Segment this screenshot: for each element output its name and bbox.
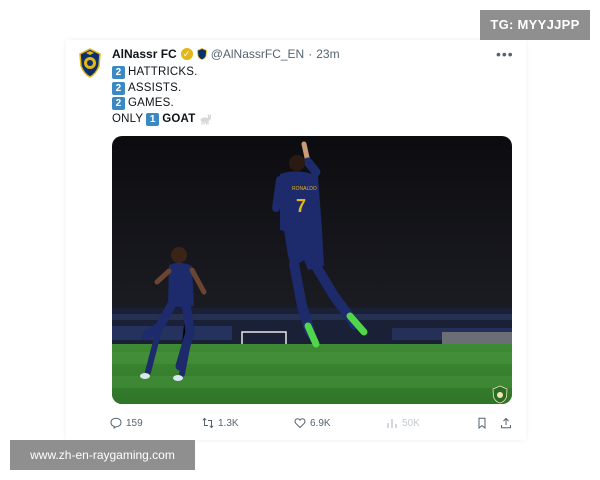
tweet-line: ONLY 1 GOAT <box>112 112 212 128</box>
bookmark-button[interactable] <box>476 414 488 432</box>
keycap-two-icon: 2 <box>112 97 125 111</box>
goat-word: GOAT <box>162 112 196 125</box>
like-count: 6.9K <box>310 417 331 429</box>
retweet-count: 1.3K <box>218 417 239 429</box>
celebration-photo: RONALDO 7 <box>112 136 512 404</box>
club-crest-avatar[interactable] <box>78 48 102 78</box>
line-prefix: ONLY <box>112 112 144 125</box>
telegram-watermark: TG: MYYJJPP <box>480 10 590 40</box>
separator: · <box>308 47 313 61</box>
keycap-two-icon: 2 <box>112 81 125 95</box>
jersey-number: 7 <box>296 196 306 216</box>
goat-icon <box>200 114 212 125</box>
line-text: ASSISTS. <box>128 81 182 94</box>
line-text: HATTRICKS. <box>128 66 198 78</box>
line-text: GAMES. <box>128 97 174 109</box>
retweet-icon <box>202 417 214 429</box>
share-icon <box>501 417 511 429</box>
bookmark-icon <box>478 417 486 429</box>
tweet-actions: 159 1.3K 6.9K 50K <box>110 414 515 432</box>
display-name[interactable]: AlNassr FC <box>112 47 177 61</box>
affiliate-badge-icon <box>196 48 207 60</box>
tweet-text: 2 HATTRICKS. 2 ASSISTS. 2 GAMES. ONLY 1 … <box>112 65 212 127</box>
reply-button[interactable]: 159 <box>110 414 143 432</box>
tweet-line: 2 GAMES. <box>112 96 212 112</box>
tweet-photo[interactable]: RONALDO 7 <box>112 136 512 404</box>
handle[interactable]: @AlNassrFC_EN <box>211 47 305 61</box>
tweet-header: AlNassr FC ✓ @AlNassrFC_EN · 23m <box>112 47 340 61</box>
heart-icon <box>294 418 306 429</box>
website-watermark: www.zh-en-raygaming.com <box>10 440 195 470</box>
jersey-name: RONALDO <box>292 186 317 192</box>
retweet-button[interactable]: 1.3K <box>202 414 239 432</box>
reply-icon <box>110 417 122 429</box>
keycap-one-icon: 1 <box>146 112 160 126</box>
tweet-line: 2 HATTRICKS. <box>112 65 212 81</box>
photo-crest-icon <box>492 385 508 404</box>
share-button[interactable] <box>500 414 512 432</box>
tweet-line: 2 ASSISTS. <box>112 81 212 97</box>
timestamp[interactable]: 23m <box>316 47 339 61</box>
views-button[interactable]: 50K <box>386 414 420 432</box>
more-options-icon[interactable]: ••• <box>496 46 514 62</box>
like-button[interactable]: 6.9K <box>294 414 331 432</box>
views-chart-icon <box>387 419 397 428</box>
verified-badge-icon: ✓ <box>180 48 193 60</box>
reply-count: 159 <box>126 417 143 429</box>
views-count: 50K <box>402 417 420 429</box>
keycap-two-icon: 2 <box>112 66 125 80</box>
